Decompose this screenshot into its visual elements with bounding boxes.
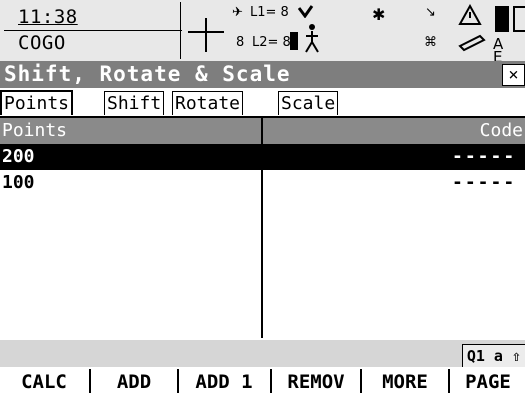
add-1-button[interactable]: ADD 1 [180,369,268,395]
tab-scale[interactable]: Scale [278,91,339,115]
status-icons: ✈ L1= 8 8 L2= 8 ✱ ↘ ⌘ A E [180,0,525,65]
more-button[interactable]: MORE [363,369,447,395]
warning-icon [458,4,482,25]
points-table: Points Code 200 ----- 100 ----- [0,118,525,338]
softkey-divider [177,369,179,393]
divider [4,30,182,31]
satellite-icon: ✈ [232,5,243,20]
remove-button[interactable]: REMOV [273,369,359,395]
softkey-divider [360,369,362,393]
l1-count: L1= 8 [250,5,289,20]
tab-shift[interactable]: Shift [104,91,165,115]
add-button[interactable]: ADD [92,369,176,395]
point-code: ----- [452,146,517,167]
l2-count: L2= 8 [252,35,291,50]
memory-battery-icon [495,6,509,32]
softkey-bar: CALC ADD ADD 1 REMOV MORE PAGE [0,367,525,396]
clock: 11:38 [18,6,78,28]
point-id: 100 [2,172,35,193]
status-bar: 11:38 COGO ✈ L1= 8 8 L2= 8 ✱ ↘ ⌘ A E [0,0,525,65]
point-code: ----- [452,172,517,193]
point-id: 200 [2,146,35,167]
satellite-count: 8 [236,35,245,50]
page-title: Shift, Rotate & Scale [4,62,291,86]
radio-link-icon: ↘ [425,5,436,20]
column-header-code[interactable]: Code [480,120,523,141]
tab-rotate[interactable]: Rotate [172,91,244,115]
tab-points[interactable]: Points [0,90,74,115]
memory-battery-outline [513,6,525,32]
close-button[interactable]: × [502,64,525,86]
softkey-divider [448,369,450,393]
tab-bar: Points Shift Rotate Scale [0,90,525,118]
softkey-divider [89,369,91,393]
input-status-bar: Q1 a ⇧ [0,340,525,368]
app-name: COGO [18,32,66,54]
radio-channel-icon: ⌘ [424,35,437,50]
column-divider [261,118,263,338]
card-icon [458,34,486,52]
title-bar: Shift, Rotate & Scale × [0,61,525,88]
battery-person-icon [290,24,319,53]
bluetooth-icon: ✱ [372,5,386,24]
time-app-box: 11:38 COGO [2,2,182,59]
crosshair-position-icon [188,18,224,52]
input-mode-indicator: Q1 a ⇧ [461,344,525,368]
rtk-signal-icon [298,5,314,18]
page-button[interactable]: PAGE [451,369,525,395]
calc-button[interactable]: CALC [0,369,88,395]
softkey-divider [270,369,272,393]
column-header-points[interactable]: Points [2,120,67,141]
